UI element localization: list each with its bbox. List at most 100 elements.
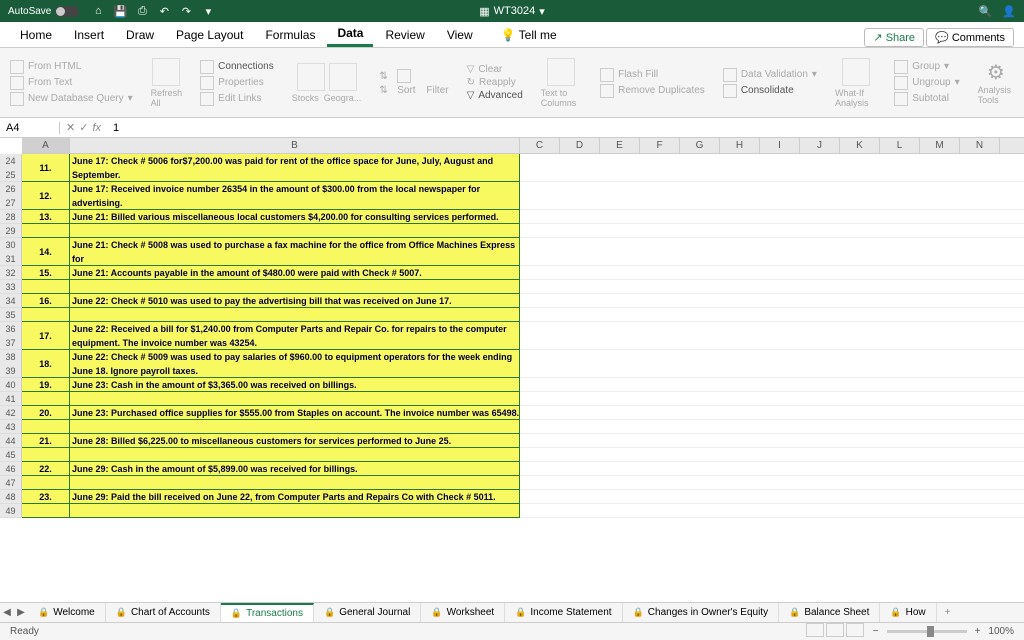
zoom-in-button[interactable]: + — [975, 626, 981, 637]
row-header[interactable]: 28 — [0, 210, 22, 224]
accept-icon[interactable]: ✓ — [79, 121, 88, 134]
tab-view[interactable]: View — [437, 24, 483, 46]
cell-a[interactable]: 16. — [22, 294, 70, 308]
cell-b[interactable]: June 17: Received invoice number 26354 i… — [70, 182, 520, 210]
column-header-F[interactable]: F — [640, 138, 680, 153]
cell-rest[interactable] — [520, 154, 1024, 182]
sheet-tab-worksheet[interactable]: 🔒Worksheet — [421, 603, 505, 622]
cell-b[interactable] — [70, 448, 520, 462]
cell-b[interactable]: June 21: Accounts payable in the amount … — [70, 266, 520, 280]
cell-rest[interactable] — [520, 322, 1024, 350]
column-header-E[interactable]: E — [600, 138, 640, 153]
cell-rest[interactable] — [520, 448, 1024, 462]
cell-rest[interactable] — [520, 462, 1024, 476]
cell-b[interactable] — [70, 420, 520, 434]
zoom-out-button[interactable]: − — [873, 626, 879, 637]
grid-body[interactable]: 242511.June 17: Check # 5006 for$7,200.0… — [0, 154, 1024, 602]
cell-a[interactable]: 21. — [22, 434, 70, 448]
tab-page-layout[interactable]: Page Layout — [166, 24, 253, 46]
sheet-tab-welcome[interactable]: 🔒Welcome — [28, 603, 106, 622]
tab-nav-next[interactable]: ▶ — [14, 607, 28, 618]
cell-rest[interactable] — [520, 308, 1024, 322]
column-header-D[interactable]: D — [560, 138, 600, 153]
cell-rest[interactable] — [520, 280, 1024, 294]
column-header-M[interactable]: M — [920, 138, 960, 153]
cell-a[interactable]: 15. — [22, 266, 70, 280]
cell-a[interactable]: 13. — [22, 210, 70, 224]
tab-nav-prev[interactable]: ◀ — [0, 607, 14, 618]
column-header-H[interactable]: H — [720, 138, 760, 153]
consolidate-button[interactable]: Consolidate — [723, 84, 817, 98]
sheet-tab-income-statement[interactable]: 🔒Income Statement — [505, 603, 622, 622]
add-sheet-button[interactable]: + — [937, 607, 959, 618]
advanced-button[interactable]: ▽ Advanced — [467, 90, 523, 101]
cell-rest[interactable] — [520, 406, 1024, 420]
connections-button[interactable]: Connections — [200, 60, 274, 74]
undo-icon[interactable]: ↶ — [156, 3, 172, 19]
cell-rest[interactable] — [520, 238, 1024, 266]
cell-b[interactable]: June 21: Billed various miscellaneous lo… — [70, 210, 520, 224]
row-header[interactable]: 3637 — [0, 322, 22, 350]
row-header[interactable]: 46 — [0, 462, 22, 476]
cell-b[interactable]: June 22: Received a bill for $1,240.00 f… — [70, 322, 520, 350]
row-header[interactable]: 33 — [0, 280, 22, 294]
tab-data[interactable]: Data — [327, 22, 373, 47]
account-icon[interactable]: 👤 — [1002, 5, 1016, 18]
cell-rest[interactable] — [520, 266, 1024, 280]
qat-dropdown-icon[interactable]: ▾ — [200, 3, 216, 19]
row-header[interactable]: 35 — [0, 308, 22, 322]
sheet-tab-changes-in-owner-s-equity[interactable]: 🔒Changes in Owner's Equity — [623, 603, 780, 622]
tell-me-button[interactable]: 💡 Tell me — [491, 24, 567, 46]
view-buttons[interactable] — [805, 623, 865, 640]
name-box[interactable]: A4 — [0, 122, 60, 134]
cell-rest[interactable] — [520, 476, 1024, 490]
row-header[interactable]: 44 — [0, 434, 22, 448]
formula-input[interactable]: 1 — [107, 122, 1024, 134]
cell-a[interactable] — [22, 504, 70, 518]
column-header-J[interactable]: J — [800, 138, 840, 153]
row-header[interactable]: 40 — [0, 378, 22, 392]
row-header[interactable]: 2627 — [0, 182, 22, 210]
cell-rest[interactable] — [520, 210, 1024, 224]
cell-b[interactable] — [70, 504, 520, 518]
cell-a[interactable]: 23. — [22, 490, 70, 504]
cell-a[interactable]: 18. — [22, 350, 70, 378]
row-header[interactable]: 29 — [0, 224, 22, 238]
row-header[interactable]: 32 — [0, 266, 22, 280]
comments-button[interactable]: 💬 Comments — [926, 28, 1014, 47]
cell-b[interactable]: June 22: Check # 5010 was used to pay th… — [70, 294, 520, 308]
cell-a[interactable] — [22, 476, 70, 490]
cell-b[interactable]: June 29: Paid the bill received on June … — [70, 490, 520, 504]
search-icon[interactable]: 🔍 — [979, 5, 993, 18]
cell-b[interactable]: June 29: Cash in the amount of $5,899.00… — [70, 462, 520, 476]
cell-a[interactable]: 14. — [22, 238, 70, 266]
zoom-slider[interactable] — [887, 630, 967, 633]
column-header-G[interactable]: G — [680, 138, 720, 153]
cell-a[interactable]: 12. — [22, 182, 70, 210]
cell-rest[interactable] — [520, 350, 1024, 378]
cell-b[interactable] — [70, 308, 520, 322]
cell-a[interactable] — [22, 448, 70, 462]
cell-rest[interactable] — [520, 504, 1024, 518]
row-header[interactable]: 41 — [0, 392, 22, 406]
row-header[interactable]: 48 — [0, 490, 22, 504]
sheet-tab-balance-sheet[interactable]: 🔒Balance Sheet — [779, 603, 880, 622]
row-header[interactable]: 2425 — [0, 154, 22, 182]
sheet-tab-transactions[interactable]: 🔒Transactions — [221, 603, 314, 622]
cell-a[interactable]: 19. — [22, 378, 70, 392]
row-header[interactable]: 45 — [0, 448, 22, 462]
cell-rest[interactable] — [520, 490, 1024, 504]
cell-b[interactable] — [70, 476, 520, 490]
save-icon[interactable]: 💾 — [112, 3, 128, 19]
column-header-N[interactable]: N — [960, 138, 1000, 153]
cell-a[interactable] — [22, 224, 70, 238]
column-header-A[interactable]: A — [22, 138, 70, 153]
cell-b[interactable]: June 17: Check # 5006 for$7,200.00 was p… — [70, 154, 520, 182]
cell-rest[interactable] — [520, 224, 1024, 238]
analysis-tools-button[interactable]: ⚙ Analysis Tools — [978, 60, 1014, 105]
row-header[interactable]: 49 — [0, 504, 22, 518]
tab-formulas[interactable]: Formulas — [255, 24, 325, 46]
column-header-L[interactable]: L — [880, 138, 920, 153]
row-header[interactable]: 3839 — [0, 350, 22, 378]
column-header-I[interactable]: I — [760, 138, 800, 153]
